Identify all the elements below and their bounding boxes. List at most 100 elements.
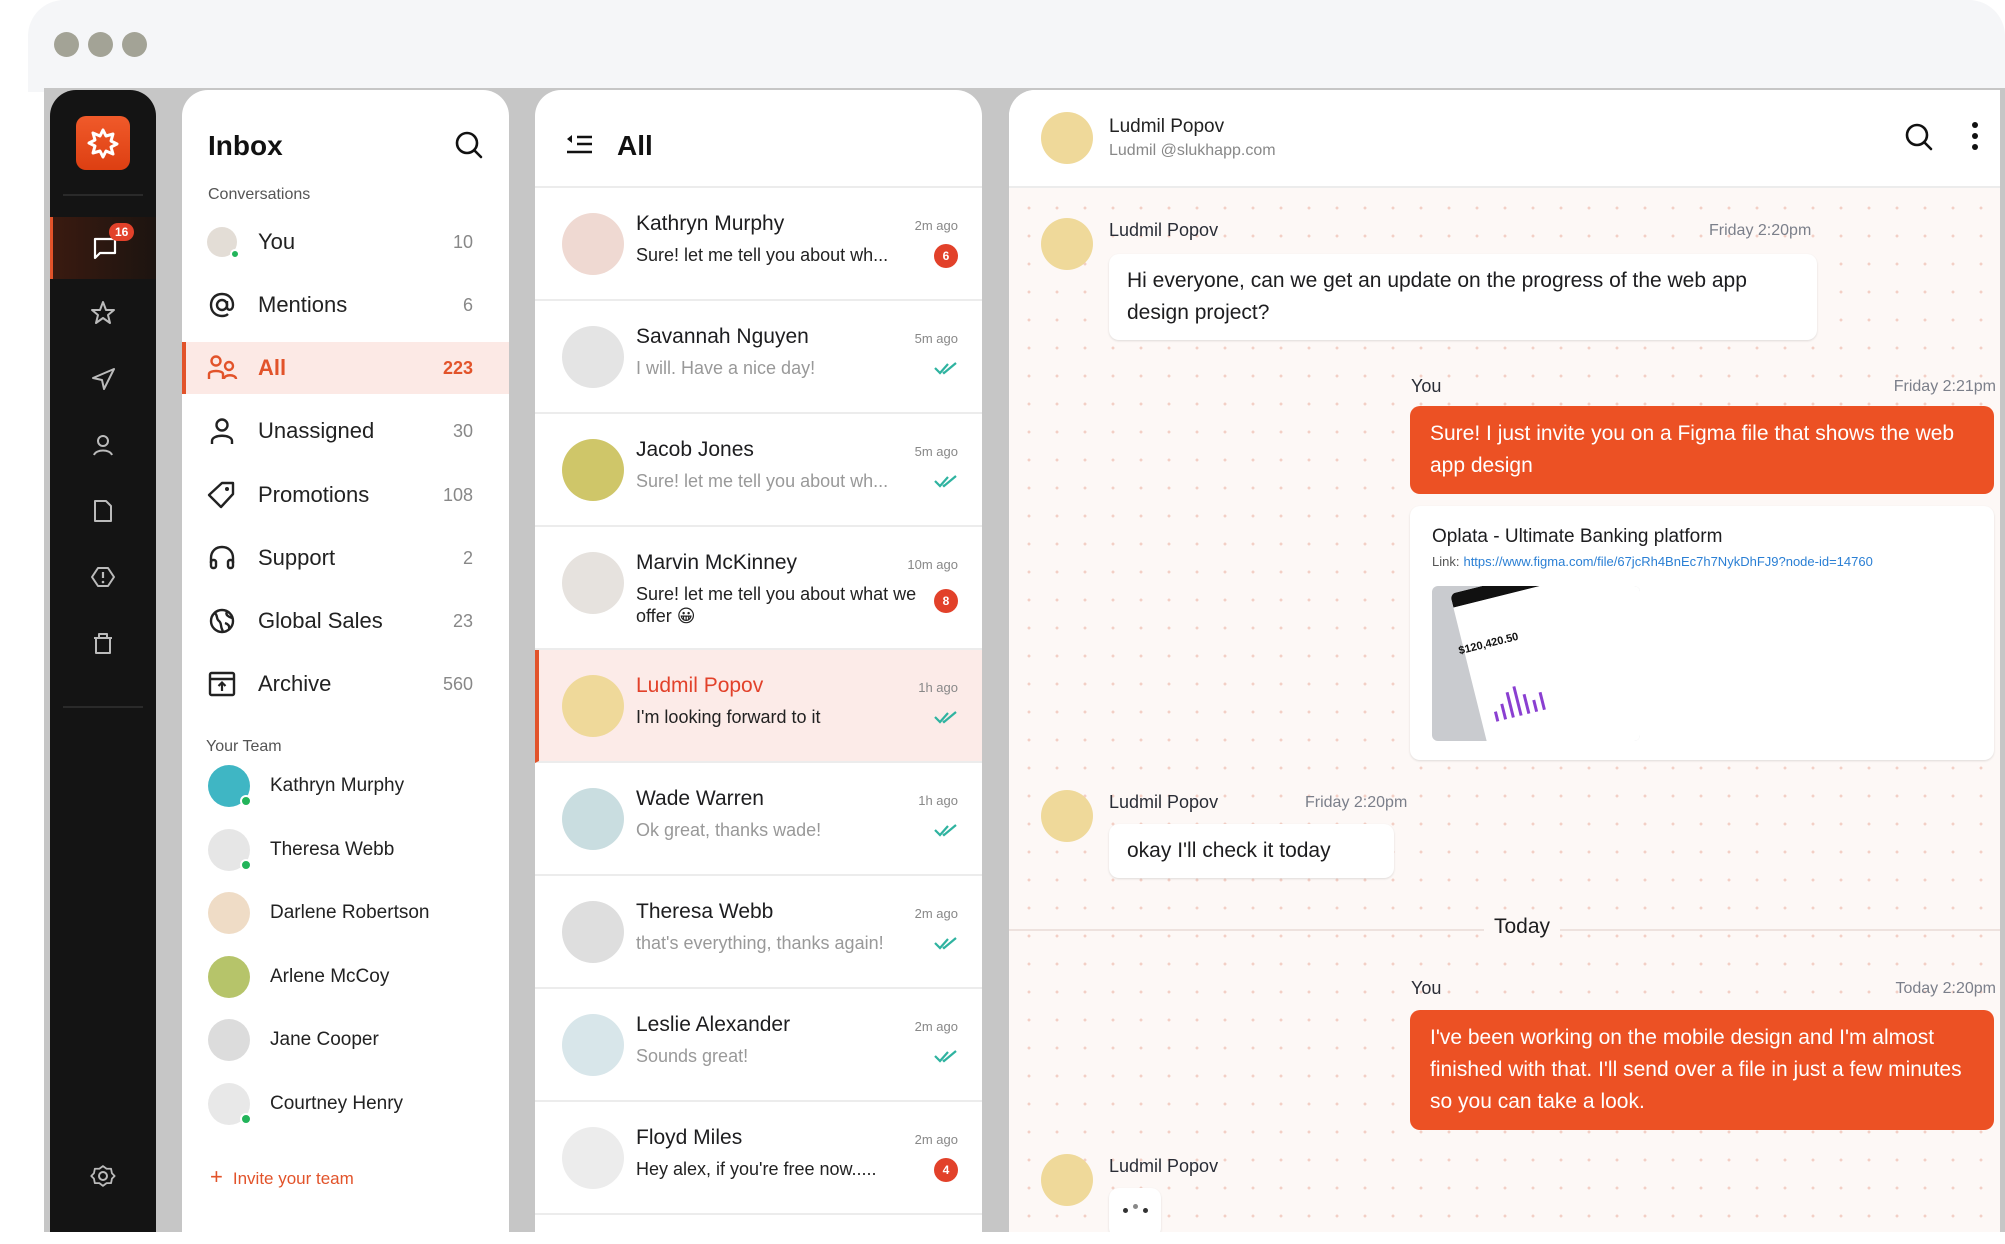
- double-check-icon: [934, 937, 957, 950]
- more-options-button[interactable]: [1969, 120, 1981, 152]
- link-title: Oplata - Ultimate Banking platform: [1432, 526, 1723, 547]
- send-icon: [92, 368, 115, 390]
- team-member-name: Jane Cooper: [270, 1029, 379, 1050]
- rail-item-sent[interactable]: [50, 348, 156, 410]
- app-logo[interactable]: [76, 116, 130, 170]
- message-thread[interactable]: Ludmil Popov Friday 2:20pm Hi everyone, …: [1009, 188, 2000, 1232]
- message-bubble-incoming: Hi everyone, can we get an update on the…: [1109, 254, 1817, 340]
- contact-email: Ludmil @slukhapp.com: [1109, 142, 1276, 159]
- window-dot-minimize[interactable]: [88, 32, 113, 57]
- conversation-avatar: [562, 1127, 624, 1189]
- team-member-avatar: [208, 765, 252, 807]
- inbox-item-unassigned[interactable]: Unassigned 30: [182, 405, 509, 457]
- message-time: Friday 2:20pm: [1305, 794, 1408, 811]
- link-preview-card[interactable]: Oplata - Ultimate Banking platform Link:…: [1410, 506, 1994, 760]
- conversation-avatar: [562, 675, 624, 737]
- figma-preview-image[interactable]: $120,420.50: [1432, 586, 1640, 741]
- conversation-preview: Ok great, thanks wade!: [636, 820, 822, 840]
- team-member[interactable]: Courtney Henry: [208, 1080, 498, 1128]
- conversation-time: 2m ago: [914, 906, 958, 921]
- message-time: Friday 2:21pm: [1893, 378, 1996, 395]
- double-check-icon: [934, 362, 957, 375]
- invite-team-button[interactable]: + Invite your team: [210, 1164, 354, 1190]
- inbox-search-button[interactable]: [452, 128, 486, 162]
- rail-item-conversations[interactable]: 16: [50, 217, 156, 279]
- collapse-sidebar-button[interactable]: [565, 130, 595, 160]
- conversations-section-label: Conversations: [208, 186, 311, 203]
- user-outline-icon: [206, 415, 238, 447]
- unread-count-badge: 6: [934, 244, 958, 268]
- globe-icon: [206, 605, 238, 637]
- conversation-avatar: [562, 901, 624, 963]
- conversation-item[interactable]: Floyd Miles 2m ago Hey alex, if you're fre…: [535, 1102, 982, 1215]
- contact-avatar[interactable]: [1041, 112, 1093, 164]
- inbox-item-you[interactable]: You 10: [182, 216, 509, 268]
- inbox-item-label: Mentions: [258, 292, 348, 317]
- conversation-time: 5m ago: [914, 444, 958, 459]
- user-icon: [93, 435, 113, 456]
- team-member-avatar: [208, 892, 250, 934]
- conversation-avatar: [562, 788, 624, 850]
- conversation-item[interactable]: Leslie Alexander 2m ago Sounds great!: [535, 989, 982, 1102]
- team-member[interactable]: Theresa Webb: [208, 826, 498, 874]
- inbox-title: Inbox: [208, 130, 283, 161]
- online-status-indicator: [240, 1112, 252, 1125]
- team-member-name: Arlene McCoy: [270, 965, 390, 987]
- rail-item-spam[interactable]: [50, 546, 156, 608]
- trash-icon: [94, 633, 112, 654]
- conversation-item[interactable]: Marvin McKinney 10m ago Sure! let me tell …: [535, 527, 982, 650]
- team-member[interactable]: Kathryn Murphy: [208, 762, 498, 810]
- invite-label: Invite your team: [232, 1169, 354, 1188]
- archive-icon: [206, 668, 238, 700]
- message-sender: Ludmil Popov: [1109, 792, 1219, 812]
- inbox-item-count: 560: [442, 673, 473, 694]
- conversation-item[interactable]: Savannah Nguyen 5m ago I will. Have a nice…: [535, 301, 982, 414]
- conversation-time: 10m ago: [907, 557, 958, 572]
- link-url[interactable]: https://www.figma.com/file/67jcRh4BnEc7h…: [1463, 554, 1872, 569]
- online-status-indicator: [240, 858, 252, 871]
- chat-search-button[interactable]: [1902, 120, 1936, 154]
- rail-item-contacts[interactable]: [50, 414, 156, 476]
- rail-item-files[interactable]: [50, 480, 156, 542]
- conversation-item[interactable]: Kathryn Murphy 2m ago Sure! let me tell yo…: [535, 188, 982, 301]
- unread-badge: 16: [109, 223, 135, 241]
- online-status-indicator: [240, 795, 252, 807]
- conversation-item[interactable]: Ludmil Popov 1h ago I'm looking forward to…: [535, 650, 982, 763]
- inbox-item-global-sales[interactable]: Global Sales 23: [182, 595, 509, 647]
- team-member[interactable]: Arlene McCoy: [208, 953, 498, 1001]
- list-header: All: [535, 90, 982, 188]
- inbox-item-count: 23: [452, 610, 473, 631]
- rail-item-settings[interactable]: [50, 1145, 156, 1207]
- conversation-item[interactable]: Wade Warren 1h ago Ok great, thanks wade!: [535, 763, 982, 876]
- link-row: Link: https://www.figma.com/file/67jcRh4B…: [1432, 554, 1873, 569]
- conversation-item[interactable]: Jacob Jones 5m ago Sure! let me tell you a…: [535, 414, 982, 527]
- window-dot-maximize[interactable]: [122, 32, 147, 57]
- conversation-time: 1h ago: [918, 793, 958, 808]
- gear-icon: [90, 1165, 116, 1187]
- inbox-item-promotions[interactable]: Promotions 108: [182, 469, 509, 521]
- rail-item-starred[interactable]: [50, 282, 156, 344]
- window-dot-close[interactable]: [54, 32, 79, 57]
- message-sender: Ludmil Popov: [1109, 220, 1219, 240]
- message-sender: You: [1411, 376, 1442, 396]
- conversation-preview: I will. Have a nice day!: [636, 358, 816, 378]
- team-member[interactable]: Darlene Robertson: [208, 889, 498, 937]
- inbox-item-support[interactable]: Support 2: [182, 532, 509, 584]
- inbox-item-all[interactable]: All 223: [182, 342, 509, 394]
- message-bubble-outgoing: Sure! I just invite you on a Figma file …: [1410, 406, 1994, 494]
- conversation-name: Floyd Miles: [636, 1126, 743, 1149]
- message-sender: You: [1411, 978, 1442, 998]
- team-member-name: Kathryn Murphy: [270, 775, 405, 796]
- conversation-name: Jacob Jones: [636, 438, 754, 461]
- team-member[interactable]: Jane Cooper: [208, 1016, 498, 1064]
- conversation-item[interactable]: Theresa Webb 2m ago that's everything, tha…: [535, 876, 982, 989]
- headphones-icon: [206, 542, 238, 574]
- typing-indicator: [1109, 1188, 1161, 1232]
- sender-avatar: [1041, 218, 1093, 270]
- at-icon: [206, 289, 238, 321]
- inbox-item-archive[interactable]: Archive 560: [182, 658, 509, 710]
- inbox-item-mentions[interactable]: Mentions 6: [182, 279, 509, 331]
- file-icon: [94, 500, 112, 522]
- rail-item-trash[interactable]: [50, 612, 156, 674]
- conversation-preview: Sounds great!: [636, 1046, 749, 1066]
